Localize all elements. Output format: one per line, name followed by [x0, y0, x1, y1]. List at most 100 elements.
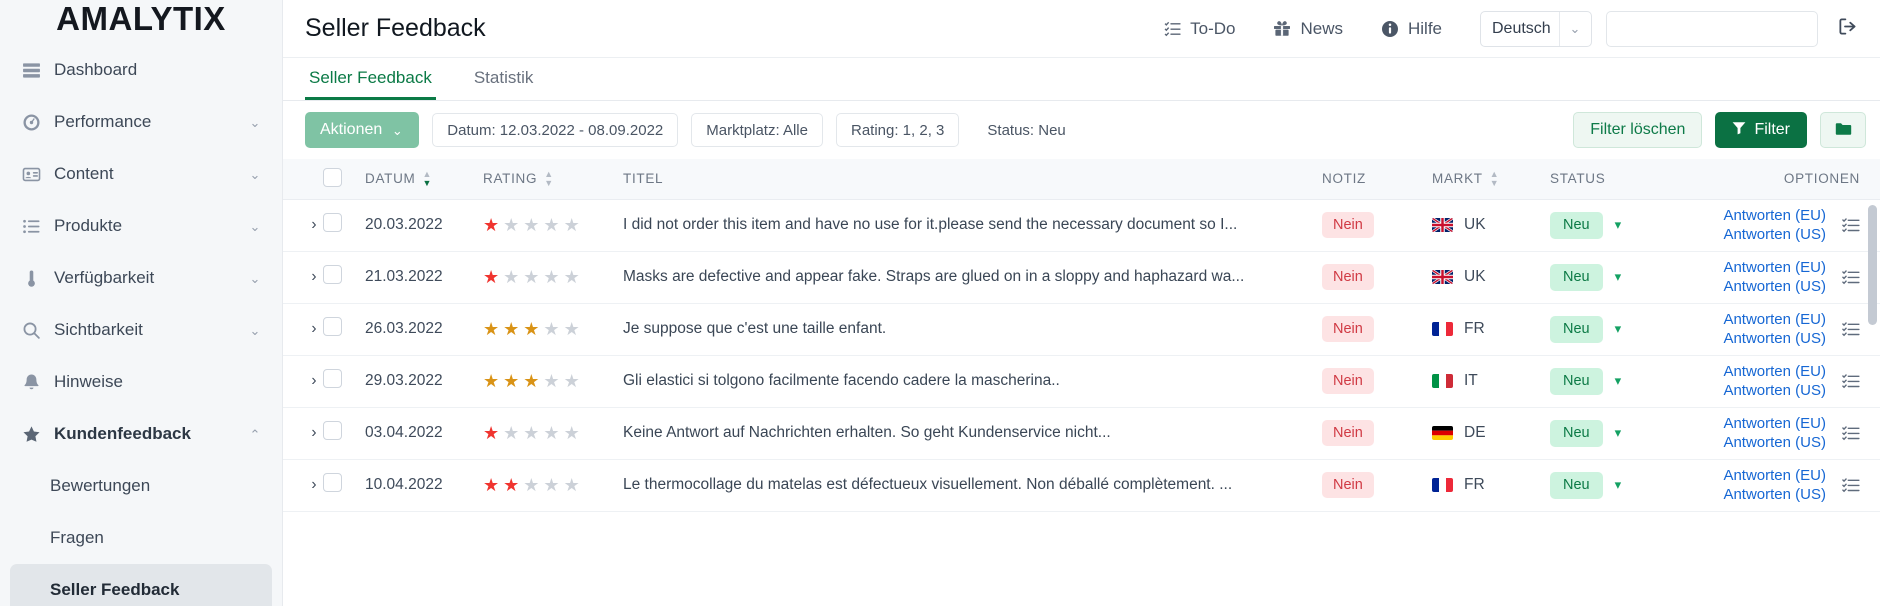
- reply-eu-link[interactable]: Antworten (EU): [1723, 311, 1826, 328]
- row-checkbox-cell[interactable]: [323, 199, 365, 252]
- row-checkbox-cell[interactable]: [323, 459, 365, 512]
- search-input[interactable]: [1617, 20, 1807, 37]
- row-options-icon[interactable]: [1842, 321, 1860, 337]
- table-row[interactable]: › 10.04.2022 ★ ★ ★ ★ ★ Le thermocollage du mate…: [283, 459, 1880, 512]
- table-row[interactable]: › 20.03.2022 ★ ★ ★ ★ ★ I did not order this ite…: [283, 199, 1880, 252]
- reply-us-link[interactable]: Antworten (US): [1723, 330, 1826, 347]
- search-box[interactable]: [1606, 10, 1818, 47]
- logout-button[interactable]: [1828, 10, 1866, 48]
- th-rating[interactable]: RATING ▲ ▼: [483, 159, 623, 200]
- todo-link[interactable]: To-Do: [1164, 19, 1235, 39]
- row-options-icon[interactable]: [1842, 425, 1860, 441]
- row-checkbox-cell[interactable]: [323, 355, 365, 408]
- row-options-icon[interactable]: [1842, 477, 1860, 493]
- table-row[interactable]: › 29.03.2022 ★ ★ ★ ★ ★ Gli elastici si tolgono …: [283, 355, 1880, 408]
- filter-toolbar: Aktionen ⌄ Datum: 12.03.2022 - 08.09.202…: [283, 101, 1880, 159]
- reply-us-link[interactable]: Antworten (US): [1723, 486, 1826, 503]
- reply-us-link[interactable]: Antworten (US): [1723, 434, 1826, 451]
- select-all-checkbox[interactable]: [323, 167, 342, 187]
- scrollbar-thumb[interactable]: [1868, 205, 1877, 325]
- help-link[interactable]: Hilfe: [1381, 19, 1442, 39]
- row-expand-button[interactable]: ›: [283, 303, 323, 356]
- th-select-all[interactable]: [323, 159, 365, 200]
- reply-eu-link[interactable]: Antworten (EU): [1723, 415, 1826, 432]
- row-checkbox[interactable]: [323, 213, 342, 232]
- chevron-down-icon[interactable]: ⌄: [248, 220, 262, 233]
- sidebar-item-performance[interactable]: Performance ⌄: [0, 96, 282, 148]
- table-row[interactable]: › 26.03.2022 ★ ★ ★ ★ ★ Je suppose que c'est une…: [283, 303, 1880, 356]
- row-expand-button[interactable]: ›: [283, 251, 323, 304]
- star-rating: ★ ★ ★ ★ ★: [483, 476, 623, 494]
- chevron-down-icon[interactable]: ⌄: [248, 116, 262, 129]
- reply-us-link[interactable]: Antworten (US): [1723, 226, 1826, 243]
- sidebar-item-kundenfeedback[interactable]: Kundenfeedback ⌃: [0, 408, 282, 460]
- sidebar-item-produkte[interactable]: Produkte ⌄: [0, 200, 282, 252]
- vertical-scrollbar[interactable]: [1868, 159, 1877, 606]
- th-markt[interactable]: MARKT ▲ ▼: [1432, 159, 1550, 200]
- status-chevron-down-icon[interactable]: ▾: [1615, 425, 1622, 441]
- sidebar-item-dashboard[interactable]: Dashboard: [0, 44, 282, 96]
- news-link[interactable]: News: [1273, 19, 1343, 39]
- row-checkbox-cell[interactable]: [323, 303, 365, 356]
- sidebar-subitem-bewertungen[interactable]: Bewertungen: [0, 460, 282, 512]
- filter-chip-label: Datum: 12.03.2022 - 08.09.2022: [447, 121, 664, 139]
- reply-eu-link[interactable]: Antworten (EU): [1723, 467, 1826, 484]
- filter-chip-2[interactable]: Rating: 1, 2, 3: [835, 113, 960, 147]
- filter-chip-1[interactable]: Marktplatz: Alle: [691, 113, 823, 147]
- row-checkbox[interactable]: [323, 317, 342, 336]
- sidebar-subitem-seller-feedback[interactable]: Seller Feedback: [10, 564, 272, 606]
- row-expand-button[interactable]: ›: [283, 355, 323, 408]
- chevron-up-icon[interactable]: ⌃: [248, 428, 262, 441]
- status-chevron-down-icon[interactable]: ▾: [1615, 321, 1622, 337]
- filter-chip-0[interactable]: Datum: 12.03.2022 - 08.09.2022: [432, 113, 679, 147]
- row-expand-button[interactable]: ›: [283, 407, 323, 460]
- th-notiz-label: NOTIZ: [1322, 171, 1366, 187]
- sidebar-item-label: Performance: [54, 112, 152, 131]
- row-options-icon[interactable]: [1842, 373, 1860, 389]
- row-options-icon[interactable]: [1842, 269, 1860, 285]
- saved-filters-button[interactable]: [1820, 112, 1866, 148]
- clear-filter-button[interactable]: Filter löschen: [1573, 112, 1703, 148]
- filter-chip-3[interactable]: Status: Neu: [972, 113, 1081, 147]
- status-chevron-down-icon[interactable]: ▾: [1615, 269, 1622, 285]
- sidebar-item-content[interactable]: Content ⌄: [0, 148, 282, 200]
- sidebar: AMALYTIX Dashboard Performance ⌄ Content ⌄ Pr…: [0, 0, 283, 606]
- row-checkbox[interactable]: [323, 369, 342, 388]
- row-options-icon[interactable]: [1842, 217, 1860, 233]
- status-chevron-down-icon[interactable]: ▾: [1615, 477, 1622, 493]
- status-chevron-down-icon[interactable]: ▾: [1615, 217, 1622, 233]
- table-row[interactable]: › 03.04.2022 ★ ★ ★ ★ ★ Keine Antwort auf Nachri…: [283, 407, 1880, 460]
- tab-statistik[interactable]: Statistik: [470, 58, 538, 100]
- sidebar-subitem-fragen[interactable]: Fragen: [0, 512, 282, 564]
- language-select[interactable]: Deutsch ⌄: [1480, 10, 1592, 47]
- chevron-down-icon[interactable]: ⌄: [248, 272, 262, 285]
- row-checkbox-cell[interactable]: [323, 407, 365, 460]
- tab-seller-feedback[interactable]: Seller Feedback: [305, 58, 436, 100]
- sidebar-item-hinweise[interactable]: Hinweise: [0, 356, 282, 408]
- table-row[interactable]: › 21.03.2022 ★ ★ ★ ★ ★ Masks are defective and …: [283, 251, 1880, 304]
- status-chevron-down-icon[interactable]: ▾: [1615, 373, 1622, 389]
- sidebar-item-sichtbarkeit[interactable]: Sichtbarkeit ⌄: [0, 304, 282, 356]
- reply-eu-link[interactable]: Antworten (EU): [1723, 363, 1826, 380]
- reply-us-link[interactable]: Antworten (US): [1723, 382, 1826, 399]
- sort-markt-icon[interactable]: ▲ ▼: [1490, 169, 1500, 187]
- row-checkbox[interactable]: [323, 265, 342, 284]
- row-expand-button[interactable]: ›: [283, 459, 323, 512]
- reply-eu-link[interactable]: Antworten (EU): [1723, 259, 1826, 276]
- sort-rating-icon[interactable]: ▲ ▼: [544, 169, 554, 187]
- row-checkbox-cell[interactable]: [323, 251, 365, 304]
- chevron-down-icon[interactable]: ⌄: [248, 168, 262, 181]
- cell-notiz: Nein: [1322, 459, 1432, 512]
- row-checkbox[interactable]: [323, 421, 342, 440]
- th-datum[interactable]: DATUM ▲ ▼: [365, 159, 483, 200]
- sort-datum-icon[interactable]: ▲ ▼: [423, 169, 433, 187]
- sidebar-item-verf-gbarkeit[interactable]: Verfügbarkeit ⌄: [0, 252, 282, 304]
- row-checkbox[interactable]: [323, 473, 342, 492]
- reply-us-link[interactable]: Antworten (US): [1723, 278, 1826, 295]
- row-expand-button[interactable]: ›: [283, 199, 323, 252]
- chevron-down-icon[interactable]: ⌄: [248, 324, 262, 337]
- reply-eu-link[interactable]: Antworten (EU): [1723, 207, 1826, 224]
- actions-button[interactable]: Aktionen ⌄: [305, 112, 420, 148]
- top-bar: Seller Feedback To-Do News Hilfe Deutsch…: [283, 0, 1880, 58]
- filter-button[interactable]: Filter: [1715, 112, 1807, 148]
